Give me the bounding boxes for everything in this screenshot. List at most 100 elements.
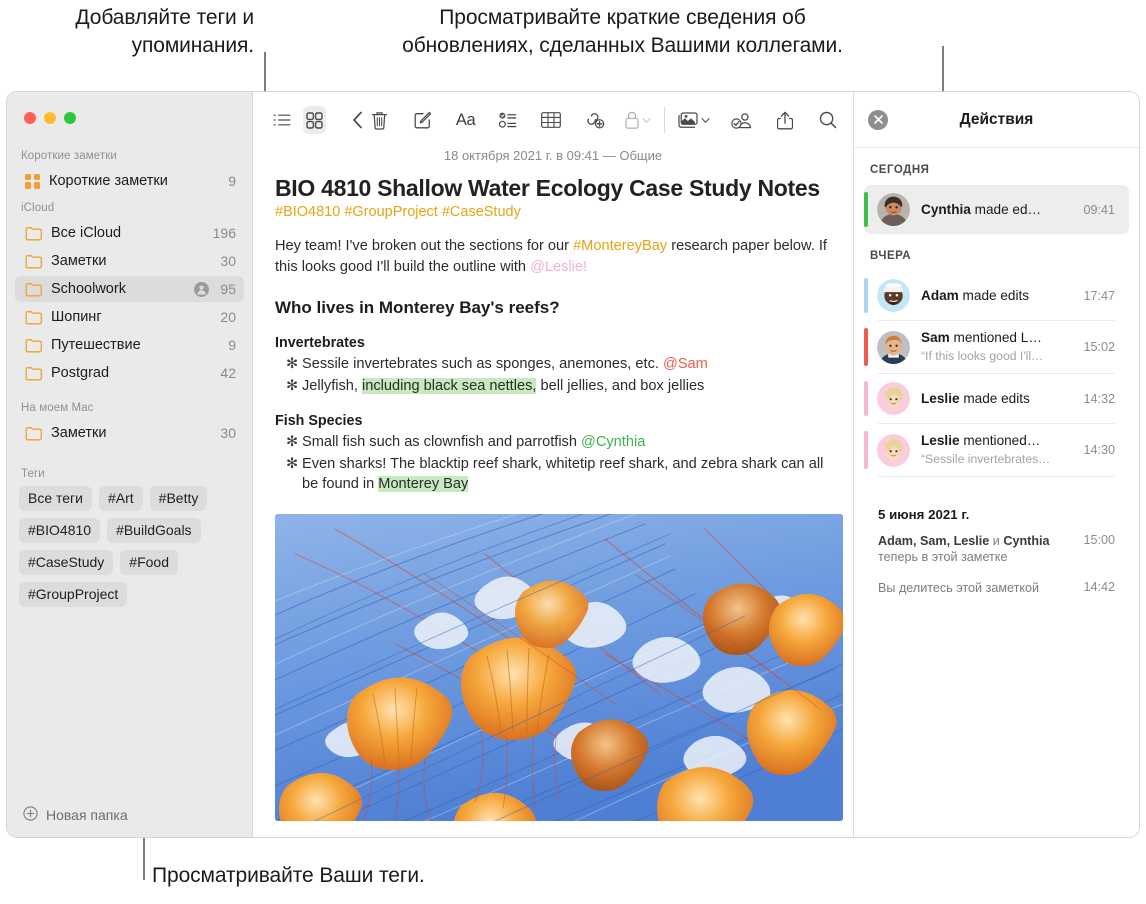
activity-action: made ed… — [970, 201, 1042, 217]
sidebar-scroll: Короткие заметки Короткие заметки 9 iClo… — [7, 144, 252, 793]
activity-person-name: Leslie — [921, 433, 960, 448]
close-icon[interactable] — [868, 109, 888, 130]
sidebar-item-count: 196 — [212, 225, 236, 241]
mention-sam[interactable]: @Sam — [663, 356, 708, 372]
sidebar-item-all-icloud[interactable]: Все iCloud 196 — [15, 220, 244, 246]
activity-text: Adam made edits — [921, 287, 1075, 305]
activity-footer-date: 5 июня 2021 г. — [878, 507, 970, 522]
toolbar: Aa — [253, 92, 853, 148]
list-view-icon[interactable] — [271, 106, 294, 134]
collaborate-icon[interactable] — [730, 106, 753, 134]
note-bullet-list: ✻ Sessile invertebrates such as sponges, … — [275, 351, 831, 396]
bullet-asterisk: ✻ — [286, 434, 299, 450]
notes-window: Короткие заметки Короткие заметки 9 iClo… — [6, 91, 1140, 838]
tag-chip-buildgoals[interactable]: #BuildGoals — [107, 518, 201, 543]
minimize-window-button[interactable] — [44, 112, 56, 124]
tag-chip-groupproject[interactable]: #GroupProject — [19, 582, 128, 607]
inline-tag-montereybay[interactable]: #MontereyBay — [573, 238, 667, 254]
note-content[interactable]: 18 октября 2021 г. в 09:41 — Общие BIO 4… — [253, 148, 853, 837]
activity-list: СЕГОДНЯ Cynthia made ed… 09:41 ВЧЕРА Ada… — [854, 148, 1139, 837]
activity-color-bar — [864, 431, 868, 469]
compose-icon[interactable] — [411, 106, 434, 134]
quick-notes-icon — [25, 173, 40, 189]
tag-chip-betty[interactable]: #Betty — [149, 486, 208, 511]
activity-line-1: Leslie made edits — [921, 391, 1030, 406]
note-title: BIO 4810 Shallow Water Ecology Case Stud… — [275, 175, 820, 201]
activity-group-label: СЕГОДНЯ — [870, 164, 930, 176]
link-add-icon[interactable] — [583, 106, 606, 134]
avatar-leslie — [877, 382, 910, 415]
activity-quote: “If this looks good I'll… — [921, 349, 1044, 363]
search-icon[interactable] — [816, 106, 839, 134]
share-icon[interactable] — [773, 106, 796, 134]
note-heading: Who lives in Monterey Bay's reefs? — [275, 298, 560, 317]
sidebar-item-label: Schoolwork — [51, 281, 126, 297]
sidebar-item-travel[interactable]: Путешествие 9 — [15, 332, 244, 358]
avatar-sam — [877, 330, 910, 364]
sidebar-item-shopping[interactable]: Шопинг 20 — [15, 304, 244, 330]
mention-leslie[interactable]: @Leslie! — [530, 259, 587, 275]
sidebar-item-count: 9 — [228, 337, 236, 353]
tag-list: Все теги #Art #Betty #BIO4810 #BuildGoal… — [7, 484, 252, 607]
lock-icon[interactable] — [625, 106, 652, 134]
activity-item-leslie-edits[interactable]: Leslie made edits 14:32 — [864, 374, 1129, 423]
chevron-down-icon — [642, 117, 652, 123]
activity-item-cynthia[interactable]: Cynthia made ed… 09:41 — [864, 185, 1129, 234]
activity-item-sam[interactable]: Sam mentioned L… “If this looks good I'l… — [864, 321, 1129, 373]
sidebar-section-label: На моем Mac — [21, 402, 94, 414]
sidebar-section-label: iCloud — [21, 202, 55, 214]
sidebar-item-count: 30 — [220, 425, 236, 441]
folder-icon — [25, 226, 42, 241]
activity-footer-row-participants: Adam, Sam, Leslie и Cynthia теперь в это… — [854, 530, 1139, 568]
checklist-icon[interactable] — [497, 106, 520, 134]
gallery-view-icon[interactable] — [302, 106, 326, 134]
trash-icon[interactable] — [368, 106, 391, 134]
note-date: 18 октября 2021 г. в 09:41 — Общие — [443, 148, 663, 163]
jellyfish-photo[interactable] — [275, 513, 843, 821]
activity-item-adam[interactable]: Adam made edits 17:47 — [864, 271, 1129, 320]
sidebar-item-quick-notes[interactable]: Короткие заметки 9 — [15, 168, 244, 194]
bullet-text: Jellyfish, — [302, 377, 363, 394]
sidebar-item-schoolwork[interactable]: Schoolwork 95 — [15, 276, 244, 302]
tag-chip-food[interactable]: #Food — [120, 550, 178, 575]
footer-subtext: теперь в этой заметке — [878, 550, 1008, 564]
activity-action: mentioned L… — [949, 330, 1042, 345]
close-window-button[interactable] — [24, 112, 36, 124]
activity-line-1: Sam mentioned L… — [921, 330, 1042, 345]
activity-action: made edits — [958, 287, 1030, 303]
sidebar-item-notes-local[interactable]: Заметки 30 — [15, 420, 244, 446]
folder-icon — [25, 310, 42, 325]
tag-chip-all[interactable]: Все теги — [19, 486, 92, 511]
chevron-down-icon — [701, 117, 711, 123]
zoom-window-button[interactable] — [64, 112, 76, 124]
note-bullet-list: ✻ Small fish such as clownfish and parrot… — [275, 429, 831, 495]
activity-item-leslie-mentioned[interactable]: Leslie mentioned… “Sessile invertebrates… — [864, 424, 1129, 476]
table-icon[interactable] — [540, 106, 563, 134]
activity-person-name: Cynthia — [921, 201, 971, 217]
note-intro-paragraph: Hey team! I've broken out the sections f… — [275, 220, 831, 278]
tag-chip-casestudy[interactable]: #CaseStudy — [19, 550, 114, 575]
format-aa-button[interactable]: Aa — [454, 106, 477, 134]
avatar-leslie — [877, 433, 910, 467]
plus-circle-icon — [23, 806, 38, 824]
note-inline-tags[interactable]: #BIO4810 #GroupProject #CaseStudy — [275, 202, 831, 220]
back-chevron-icon[interactable] — [346, 106, 369, 134]
sidebar-item-postgrad[interactable]: Postgrad 42 — [15, 360, 244, 386]
tag-chip-art[interactable]: #Art — [98, 486, 143, 511]
tag-chip-bio4810[interactable]: #BIO4810 — [19, 518, 101, 543]
sidebar-item-count: 30 — [220, 253, 236, 269]
sidebar-item-notes-icloud[interactable]: Заметки 30 — [15, 248, 244, 274]
activity-line-1: Adam made edits — [921, 288, 1029, 303]
folder-icon — [25, 338, 42, 353]
sidebar-item-label: Заметки — [51, 425, 107, 441]
new-folder-button[interactable]: Новая папка — [7, 793, 252, 837]
mention-cynthia[interactable]: @Cynthia — [581, 434, 645, 450]
bullet-asterisk: ✻ — [286, 356, 299, 372]
media-icon[interactable] — [678, 106, 711, 134]
sidebar-item-label: Postgrad — [51, 365, 110, 381]
note-pane: Aa 18 октября 2021 г. в 09:41 — Общие BI… — [253, 92, 853, 837]
callout-add-tags: Добавляйте теги и упоминания. — [75, 6, 254, 57]
activity-footer-row-sharing: Вы делитесь этой заметкой 14:42 — [854, 568, 1139, 599]
activity-person-name: Sam — [921, 330, 950, 345]
list-item: ✻ Jellyfish, including black sea nettles,… — [275, 376, 831, 397]
